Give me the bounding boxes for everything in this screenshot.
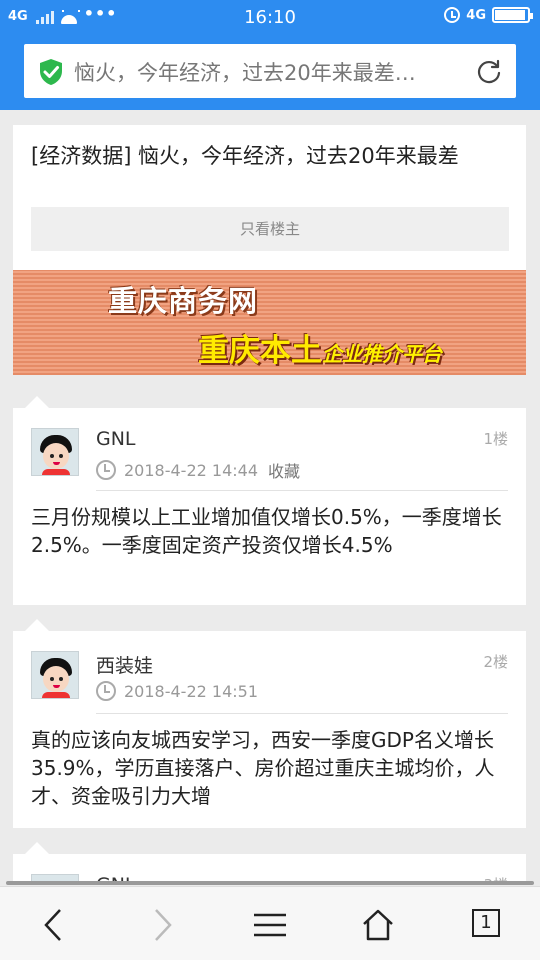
- thread-title: [经济数据] 恼火，今年经济，过去20年来最差: [31, 144, 459, 168]
- ad-headline: 重庆商务网: [108, 284, 259, 318]
- network-label-right: 4G: [466, 7, 486, 23]
- post-floor: 2楼: [483, 653, 508, 671]
- chevron-left-icon: [44, 909, 61, 941]
- post-body: 真的应该向友城西安学习，西安一季度GDP名义增长35.9%，学历直接落户、房价超…: [31, 728, 495, 808]
- divider: [96, 490, 508, 491]
- url-bar[interactable]: 恼火，今年经济，过去20年来最差…: [24, 44, 516, 98]
- battery-icon: [492, 7, 533, 23]
- battery-fill: [495, 10, 526, 20]
- page-content[interactable]: [经济数据] 恼火，今年经济，过去20年来最差 只看楼主 重庆商务网 重庆本土企…: [0, 110, 540, 884]
- post-floor: 1楼: [483, 430, 508, 448]
- ad-subline-main: 重庆本土: [198, 333, 322, 369]
- owner-only-button[interactable]: 只看楼主: [31, 207, 509, 251]
- post-author[interactable]: GNL: [96, 428, 136, 450]
- horizontal-scrollbar[interactable]: [6, 881, 534, 885]
- tabs-button[interactable]: 1: [472, 909, 500, 937]
- home-button[interactable]: [324, 887, 432, 960]
- clock-icon: [96, 460, 116, 480]
- reload-icon[interactable]: [476, 58, 502, 84]
- clock-icon: [96, 681, 116, 701]
- post-meta: 2018-4-22 14:44 收藏: [96, 458, 300, 482]
- post-author[interactable]: 西装娃: [96, 651, 153, 678]
- post-time: 2018-4-22 14:44: [124, 460, 258, 480]
- ad-subline: 重庆本土企业推介平台: [198, 325, 442, 370]
- post-body: 三月份规模以上工业增加值仅增长0.5%，一季度增长2.5%。一季度固定资产投资仅…: [31, 505, 502, 557]
- collect-button[interactable]: 收藏: [268, 458, 300, 482]
- back-button[interactable]: [0, 887, 108, 960]
- post-item: 西装娃 2楼 2018-4-22 14:51 真的应该向友城西安学习，西安一季度…: [13, 619, 526, 828]
- status-right: 4G: [444, 7, 533, 23]
- divider: [96, 713, 508, 714]
- alarm-icon: [444, 7, 461, 23]
- bottom-toolbar: 1: [0, 886, 540, 960]
- menu-icon: [254, 913, 286, 937]
- home-icon: [363, 909, 393, 941]
- forward-button[interactable]: [108, 887, 216, 960]
- thread-header-card: [经济数据] 恼火，今年经济，过去20年来最差 只看楼主 重庆商务网 重庆本土企…: [13, 125, 526, 375]
- ad-subline-small: 企业推介平台: [322, 342, 442, 366]
- post-meta: 2018-4-22 14:51: [96, 681, 258, 701]
- shield-check-icon: [40, 59, 62, 85]
- avatar[interactable]: [31, 651, 79, 699]
- browser-header: 恼火，今年经济，过去20年来最差…: [0, 36, 540, 110]
- chevron-right-icon: [155, 909, 172, 941]
- url-text[interactable]: 恼火，今年经济，过去20年来最差…: [74, 57, 464, 87]
- status-bar: 4G ••• 16:10 4G: [0, 0, 540, 36]
- post-item: GNL 1楼 2018-4-22 14:44 收藏 三月份规模以上工业增加值仅增…: [13, 396, 526, 605]
- post-item: GNL 3楼: [13, 842, 526, 884]
- avatar[interactable]: [31, 428, 79, 476]
- menu-button[interactable]: [216, 887, 324, 960]
- ad-banner[interactable]: 重庆商务网 重庆本土企业推介平台: [13, 270, 526, 375]
- post-time: 2018-4-22 14:51: [124, 681, 258, 701]
